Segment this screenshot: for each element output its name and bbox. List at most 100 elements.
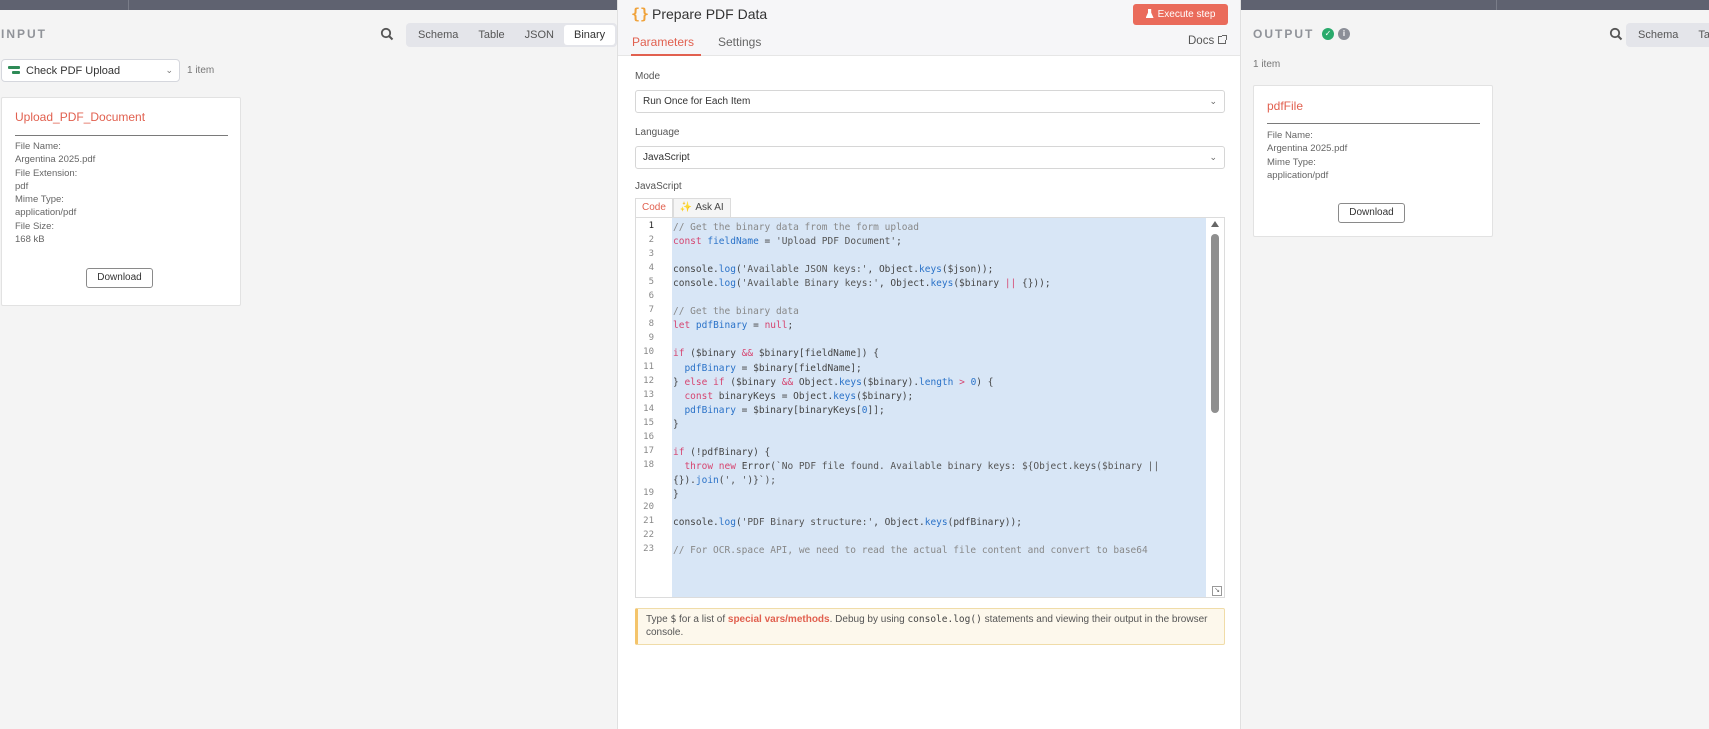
code-line-text: {}).join(', ')}`); <box>673 474 777 486</box>
code-tabs: Code ✨ Ask AI <box>635 198 731 218</box>
tab-schema[interactable]: Schema <box>408 25 468 45</box>
code-line-text: let pdfBinary = null; <box>673 320 794 332</box>
special-vars-link[interactable]: special vars/methods <box>728 614 830 625</box>
code-line-text: } <box>673 488 679 500</box>
file-ext-value: pdf <box>15 180 29 192</box>
tab-settings[interactable]: Settings <box>718 35 761 49</box>
line-number: 9 <box>648 333 654 344</box>
line-number: 21 <box>643 516 654 527</box>
download-button[interactable]: Download <box>86 268 153 288</box>
binary-field-title: pdfFile <box>1267 99 1304 113</box>
node-title[interactable]: Prepare PDF Data <box>652 6 767 22</box>
tab-binary[interactable]: Binary <box>564 25 616 45</box>
line-number: 19 <box>643 487 654 498</box>
execute-step-button[interactable]: Execute step <box>1133 4 1228 25</box>
items-count: 1 item <box>187 65 215 76</box>
line-number: 4 <box>648 263 654 274</box>
code-braces-icon: {} <box>631 5 650 23</box>
sparkle-icon: ✨ <box>679 202 693 213</box>
code-hint-callout: Type $ for a list of special vars/method… <box>635 608 1225 645</box>
line-number-gutter: 1 2 3 4 5 6 7 8 9 10 11 12 13 14 15 16 17 18 19 20 21 22 23 <box>636 218 672 597</box>
line-number: 23 <box>643 544 654 555</box>
docs-label: Docs <box>1188 35 1215 47</box>
language-select[interactable]: JavaScript ⌄ <box>635 146 1225 169</box>
tab-table[interactable]: Table <box>468 25 514 45</box>
line-number: 5 <box>648 277 654 288</box>
mode-select[interactable]: Run Once for Each Item ⌄ <box>635 90 1225 113</box>
chevron-down-icon: ⌄ <box>1209 152 1217 162</box>
code-line-text: console.log('PDF Binary structure:', Obj… <box>673 517 1022 529</box>
line-number: 22 <box>643 530 654 541</box>
tab-table[interactable]: Ta <box>1688 25 1709 45</box>
line-number: 7 <box>648 305 654 316</box>
chevron-down-icon: ⌄ <box>1209 96 1217 106</box>
line-number: 10 <box>643 347 654 358</box>
node-header: {} Prepare PDF Data Execute step Paramet… <box>618 0 1240 56</box>
editor-scrollbar[interactable] <box>1209 220 1221 592</box>
line-number: 12 <box>643 375 654 386</box>
input-node-select[interactable]: Check PDF Upload ⌄ <box>1 59 180 82</box>
input-view-tabs: Schema Table JSON Binary <box>406 23 618 47</box>
code-line-text: if (!pdfBinary) { <box>673 446 771 458</box>
search-icon[interactable] <box>1609 27 1623 41</box>
line-number: 11 <box>643 361 654 372</box>
code-line-text: throw new Error(`No PDF file found. Avai… <box>684 460 1160 472</box>
binary-field-title: Upload_PDF_Document <box>15 110 146 124</box>
line-number: 15 <box>643 417 654 428</box>
mime-label: Mime Type: <box>15 194 64 206</box>
download-button[interactable]: Download <box>1338 203 1405 223</box>
binary-card: pdfFile File Name: Argentina 2025.pdf Mi… <box>1253 85 1493 237</box>
line-number: 14 <box>643 403 654 414</box>
file-name-label: File Name: <box>15 141 61 152</box>
code-line-text: const fieldName = 'Upload PDF Document'; <box>673 236 902 248</box>
docs-link[interactable]: Docs <box>1188 35 1228 47</box>
code-line-text: pdfBinary = $binary[binaryKeys[0]]; <box>684 404 885 416</box>
divider <box>1267 123 1480 124</box>
code-editor[interactable]: 1 2 3 4 5 6 7 8 9 10 11 12 13 14 15 16 17 18 19 20 21 22 23 //… <box>635 217 1225 598</box>
line-number: 1 <box>648 221 654 231</box>
mode-label: Mode <box>635 71 661 82</box>
file-ext-label: File Extension: <box>15 167 78 179</box>
input-title: INPUT <box>1 27 47 41</box>
scroll-up-arrow-icon[interactable] <box>1211 221 1219 227</box>
active-tab-indicator <box>631 54 701 56</box>
node-editor-panel: {} Prepare PDF Data Execute step Paramet… <box>617 0 1241 729</box>
switch-node-icon <box>8 65 20 76</box>
file-meta: File Name: Argentina 2025.pdf File Exten… <box>15 140 95 246</box>
file-meta: File Name: Argentina 2025.pdf Mime Type:… <box>1267 129 1347 182</box>
tab-parameters[interactable]: Parameters <box>632 35 694 49</box>
external-link-icon <box>1218 35 1228 44</box>
input-panel: INPUT Schema Table JSON Binary Check PDF… <box>0 10 618 729</box>
line-number: 8 <box>648 319 654 330</box>
hint-text: for a list of <box>676 614 728 625</box>
file-name-value: Argentina 2025.pdf <box>1267 143 1348 155</box>
tab-ask-ai[interactable]: ✨ Ask AI <box>672 198 731 218</box>
hint-text: . Debug by using <box>829 614 908 625</box>
tab-json[interactable]: JSON <box>515 25 564 45</box>
info-icon[interactable]: i <box>1338 28 1350 40</box>
resize-handle-icon[interactable]: ↘ <box>1212 586 1222 596</box>
tab-code[interactable]: Code <box>635 198 673 218</box>
output-view-tabs: Schema Ta <box>1626 23 1709 47</box>
execute-step-label: Execute step <box>1157 9 1216 20</box>
code-line-text: console.log('Available JSON keys:', Obje… <box>673 264 994 276</box>
file-name-value: Argentina 2025.pdf <box>15 154 96 166</box>
code-line-text: // Get the binary data from the form upl… <box>673 222 919 233</box>
items-count: 1 item <box>1253 59 1281 70</box>
code-line-text: pdfBinary = $binary[fieldName]; <box>684 362 862 374</box>
code-line-text: const binaryKeys = Object.keys($binary); <box>684 390 914 402</box>
code-line-text: // Get the binary data <box>673 306 799 318</box>
scrollbar-thumb[interactable] <box>1211 234 1219 413</box>
code-line-text: } else if ($binary && Object.keys($binar… <box>673 376 994 388</box>
node-select-value: Check PDF Upload <box>26 64 121 77</box>
search-icon[interactable] <box>380 27 394 41</box>
mime-value: application/pdf <box>1267 169 1329 181</box>
mime-label: Mime Type: <box>1267 156 1316 168</box>
tab-schema[interactable]: Schema <box>1628 25 1688 45</box>
hint-text: Type <box>646 614 671 625</box>
file-name-label: File Name: <box>1267 130 1313 141</box>
code-area[interactable]: // Get the binary data from the form upl… <box>672 218 1206 597</box>
mime-value: application/pdf <box>15 207 77 219</box>
divider <box>15 135 228 136</box>
flask-icon <box>1145 9 1154 18</box>
